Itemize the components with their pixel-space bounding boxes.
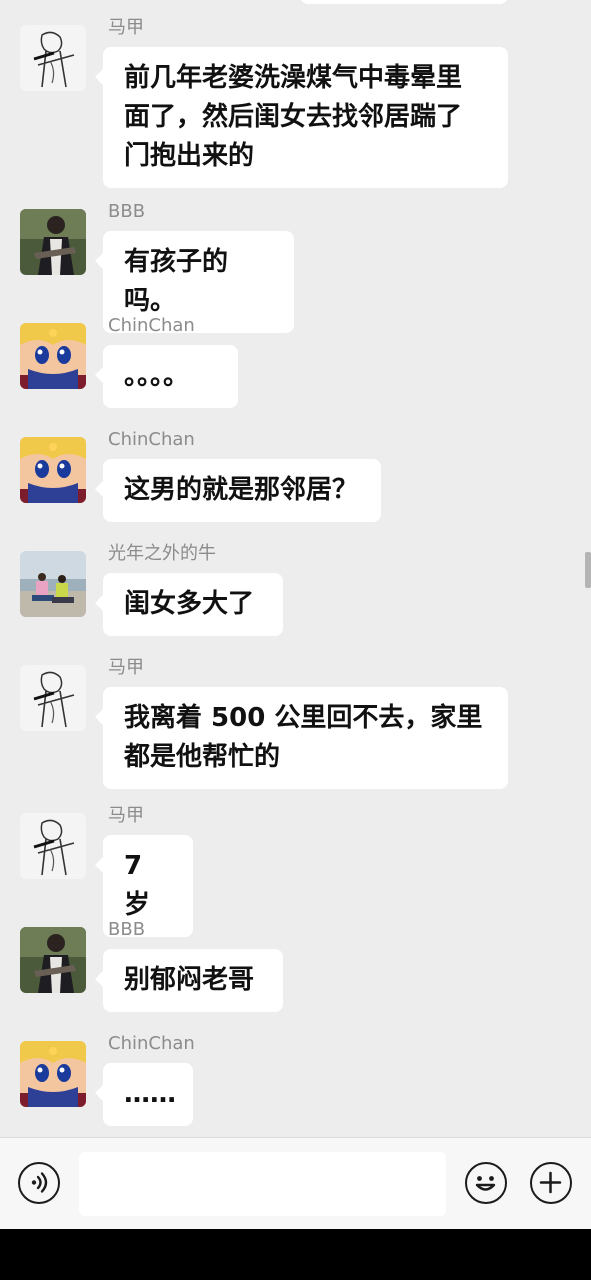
anime-girl-avatar[interactable]	[20, 323, 86, 389]
sender-name: ChinChan	[108, 1033, 195, 1054]
photo-person-avatar[interactable]	[20, 927, 86, 993]
message-input[interactable]	[79, 1152, 446, 1216]
photo-person-avatar[interactable]	[20, 209, 86, 275]
previous-message-bubble	[300, 0, 508, 4]
emoji-icon[interactable]	[465, 1162, 507, 1204]
sketch-person-avatar[interactable]	[20, 665, 86, 731]
anime-girl-avatar[interactable]	[20, 437, 86, 503]
message-bubble[interactable]: 这男的就是那邻居？	[95, 459, 381, 522]
sender-name: BBB	[108, 201, 146, 222]
beach-photo-avatar[interactable]	[20, 551, 86, 617]
message-bubble[interactable]: ……	[95, 1063, 193, 1126]
chat-area[interactable]: 马甲 前几年老婆洗澡煤气中毒晕里面了，然后闺女去找邻居踹了门抱出来的 BBB 有…	[0, 0, 591, 1137]
sender-name: 马甲	[108, 657, 144, 678]
sketch-person-avatar[interactable]	[20, 813, 86, 879]
system-nav-bar	[0, 1229, 591, 1280]
sender-name: 马甲	[108, 805, 144, 826]
sketch-person-avatar[interactable]	[20, 25, 86, 91]
sender-name: ChinChan	[108, 429, 195, 450]
scrollbar-thumb[interactable]	[585, 552, 591, 588]
anime-girl-avatar[interactable]	[20, 1041, 86, 1107]
sender-name: 马甲	[108, 17, 144, 38]
input-bar	[0, 1137, 591, 1229]
message-bubble[interactable]: 我离着 500 公里回不去，家里都是他帮忙的	[95, 687, 508, 789]
sender-name: BBB	[108, 919, 146, 940]
voice-icon[interactable]	[18, 1162, 60, 1204]
plus-icon[interactable]	[530, 1162, 572, 1204]
message-bubble[interactable]: 。。。。	[95, 345, 238, 408]
message-bubble[interactable]: 闺女多大了	[95, 573, 283, 636]
sender-name: ChinChan	[108, 315, 195, 336]
message-bubble[interactable]: 别郁闷老哥	[95, 949, 283, 1012]
sender-name: 光年之外的牛	[108, 543, 216, 564]
message-bubble[interactable]: 前几年老婆洗澡煤气中毒晕里面了，然后闺女去找邻居踹了门抱出来的	[95, 47, 508, 188]
